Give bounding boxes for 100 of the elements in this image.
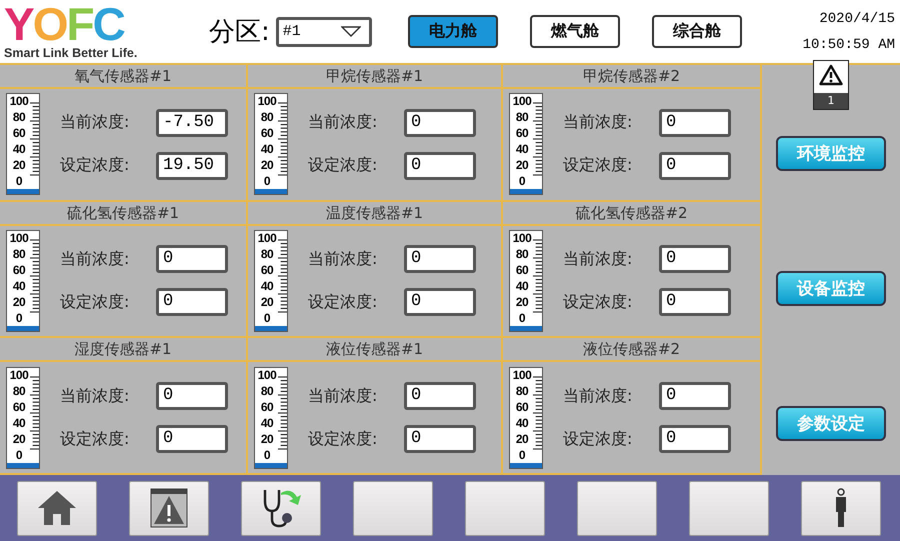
scale-label: 60 — [12, 127, 26, 140]
scale-label: 40 — [514, 280, 530, 292]
scale-label: 80 — [260, 111, 274, 124]
scale-label: 40 — [260, 280, 274, 292]
logo-letter: O — [32, 4, 66, 46]
scale-label: 80 — [260, 384, 274, 397]
sensor-title: 氧气传感器#1 — [0, 65, 246, 89]
field-label: 当前浓度: — [308, 112, 378, 134]
field-label: 设定浓度: — [60, 292, 130, 313]
value-field: 0 — [404, 108, 476, 137]
scale-label: 20 — [12, 159, 26, 172]
scale-label: 0 — [518, 312, 526, 324]
input-field[interactable]: 19.50 — [156, 152, 228, 180]
cabin-tab[interactable]: 燃气舱 — [530, 15, 620, 48]
logo-letter: F — [66, 4, 93, 46]
scale-label: 20 — [514, 296, 530, 308]
scale-label: 20 — [260, 159, 274, 172]
cabin-tab[interactable]: 电力舱 — [408, 15, 498, 48]
scale-label: 100 — [256, 232, 278, 244]
person-icon — [833, 488, 849, 528]
field-label: 设定浓度: — [308, 155, 378, 176]
date-text: 2020/4/15 — [819, 10, 895, 26]
house-icon — [37, 490, 77, 526]
value-field: 0 — [659, 382, 731, 410]
scale-label: 100 — [8, 95, 30, 108]
scale-label: 100 — [256, 368, 278, 381]
sensor-title: 硫化氢传感器#2 — [503, 202, 760, 226]
scale-label: 80 — [12, 111, 26, 124]
scale-label: 20 — [514, 432, 530, 445]
sensor-title: 甲烷传感器#2 — [503, 65, 760, 89]
scale-label: 80 — [514, 384, 530, 397]
scale-label: 60 — [12, 264, 26, 276]
field-label: 设定浓度: — [60, 155, 130, 176]
scale-label: 20 — [514, 159, 530, 172]
warning-icon — [819, 64, 843, 86]
field-label: 当前浓度: — [60, 112, 130, 134]
scale-label: 80 — [514, 248, 530, 260]
scale-label: 0 — [14, 175, 24, 188]
field-label: 设定浓度: — [563, 292, 634, 313]
scale-label: 40 — [12, 416, 26, 429]
scale-label: 0 — [14, 448, 24, 461]
field-label: 当前浓度: — [60, 248, 130, 270]
scale-label: 20 — [260, 296, 274, 308]
input-field[interactable]: 0 — [659, 152, 731, 180]
scale-label: 100 — [8, 232, 30, 244]
sensor-title: 湿度传感器#1 — [0, 338, 246, 362]
alarm-button[interactable] — [129, 480, 209, 536]
scale-label: 40 — [12, 280, 26, 292]
diagnosis-button[interactable] — [241, 480, 321, 536]
scale-label: 100 — [512, 232, 532, 244]
scale-label: 60 — [514, 264, 530, 276]
value-field: 0 — [404, 382, 476, 410]
field-label: 当前浓度: — [308, 248, 378, 270]
input-field[interactable]: 0 — [404, 425, 476, 454]
value-field: 0 — [404, 245, 476, 274]
scale-label: 60 — [12, 400, 26, 413]
sensor-title: 液位传感器#2 — [503, 338, 760, 362]
person-button[interactable] — [801, 480, 881, 536]
warning-window-icon — [150, 488, 188, 528]
scale-label: 40 — [514, 416, 530, 429]
scale-label: 20 — [12, 296, 26, 308]
input-field[interactable]: 0 — [156, 288, 228, 316]
alarm-count: 1 — [814, 93, 848, 109]
scale-label: 0 — [262, 175, 272, 188]
input-field[interactable]: 0 — [659, 425, 731, 454]
scale-label: 100 — [512, 95, 532, 108]
scale-label: 100 — [256, 95, 278, 108]
value-field: 0 — [156, 245, 228, 274]
sensor-title: 温度传感器#1 — [248, 202, 501, 226]
scale-label: 60 — [260, 400, 274, 413]
scale-label: 60 — [514, 127, 530, 140]
input-field[interactable]: 0 — [659, 288, 731, 316]
scale-label: 100 — [8, 368, 30, 381]
field-label: 当前浓度: — [563, 112, 634, 134]
input-field[interactable]: 0 — [404, 288, 476, 316]
field-label: 设定浓度: — [308, 428, 378, 450]
scale-label: 60 — [514, 400, 530, 413]
value-field: 0 — [156, 382, 228, 410]
cabin-tab[interactable]: 综合舱 — [652, 15, 742, 48]
logo-letter: C — [92, 4, 124, 46]
alarm-indicator[interactable]: 1 — [813, 60, 849, 110]
scale-label: 0 — [14, 312, 24, 324]
scale-label: 80 — [260, 248, 274, 260]
field-label: 设定浓度: — [563, 428, 634, 450]
input-field[interactable]: 0 — [404, 152, 476, 180]
time-text: 10:50:59 AM — [802, 36, 895, 52]
value-field: 0 — [659, 108, 731, 137]
scale-label: 60 — [260, 264, 274, 276]
value-field: -7.50 — [156, 108, 228, 137]
field-label: 设定浓度: — [308, 292, 378, 313]
logo-tagline: Smart Link Better Life. — [4, 46, 138, 60]
field-label: 当前浓度: — [60, 386, 130, 407]
input-field[interactable]: 0 — [156, 425, 228, 454]
sensor-title: 液位传感器#1 — [248, 338, 501, 362]
partition-label: 分区: — [209, 16, 270, 49]
scale-label: 40 — [260, 416, 274, 429]
home-button[interactable] — [17, 480, 97, 536]
scale-label: 20 — [12, 432, 26, 445]
partition-dropdown[interactable]: #1 — [276, 16, 372, 46]
scale-label: 100 — [512, 368, 532, 381]
